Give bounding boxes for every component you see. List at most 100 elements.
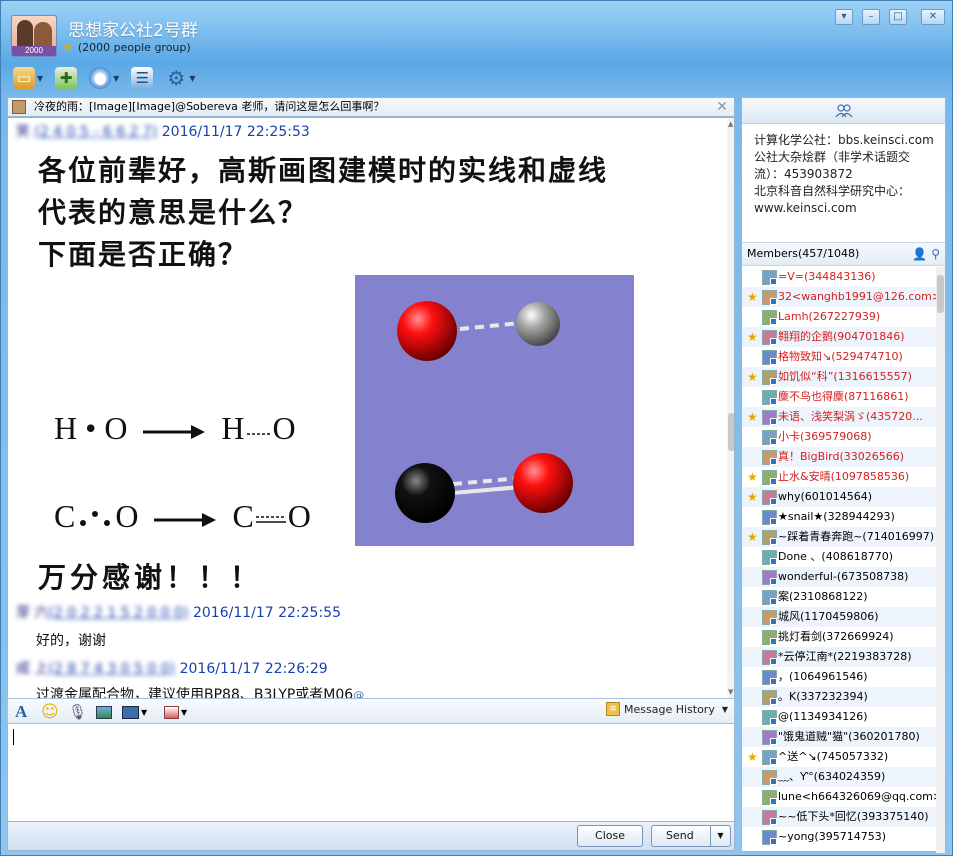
member-item[interactable]: lune<h664326069@qq.com> [742,787,936,807]
group-avatar[interactable]: 2000 [11,15,57,57]
scroll-thumb[interactable] [937,275,944,313]
member-item[interactable]: ★ ~踩着青春奔跑~(714016997) [742,527,936,547]
member-item[interactable]: ★ 翱翔的企鹅(904701846) [742,327,936,347]
group-size: (2000 people group) [77,41,191,54]
emoji-icon[interactable]: ☺ [41,702,59,722]
toolbar-folder[interactable]: ▭ ▼ [13,67,43,89]
close-button[interactable]: Close [577,825,643,847]
status-icon [770,618,777,625]
question-line: 下面是否正确？ [38,238,249,271]
status-icon [770,478,777,485]
carbon-atom [395,463,455,523]
member-item[interactable]: ★ 如饥似“科”(1316615557) [742,367,936,387]
member-item[interactable]: 案(2310868122) [742,587,936,607]
notice-bar[interactable]: 冷夜的雨：[Image][Image]@Sobereva 老师，请问这是怎么回事… [7,97,735,117]
close-icon[interactable]: ✕ [716,98,728,116]
search-icon[interactable]: ⚲ [931,247,940,261]
sender-qq-blurred[interactable]: (2 8 7 4 3 0 5 0 0) [48,661,175,677]
member-item[interactable]: =V=(344843136) [742,267,936,287]
mention-link[interactable]: @ [353,689,364,698]
scroll-up-icon[interactable]: ▲ [728,120,733,128]
member-item[interactable]: Done 、(408618770) [742,547,936,567]
member-item[interactable]: ，(1064961546) [742,667,936,687]
close-window-button[interactable]: ✕ [921,9,945,25]
member-item[interactable]: @(1134934126) [742,707,936,727]
status-icon [770,458,777,465]
chevron-down-icon[interactable]: ▼ [189,74,195,83]
member-item[interactable]: ★ 32<wanghb1991@126.com> [742,287,936,307]
status-icon [770,298,777,305]
member-item[interactable]: ★ 止水&安晴(1097858536) [742,467,936,487]
member-item[interactable]: ★ why(601014564) [742,487,936,507]
double-bond-icon [255,515,286,523]
more-icon[interactable]: ▼ [164,702,187,722]
status-icon [770,798,777,805]
equation-image[interactable]: H • O HO CO CO [41,410,354,546]
member-item[interactable]: "饿鬼道贼"猫"(360201780) [742,727,936,747]
add-member-icon[interactable]: 👤 [912,247,927,261]
toolbar-view[interactable]: ● ▼ [89,67,119,89]
molecule-render [395,301,573,523]
member-item[interactable]: 真！BigBird(33026566) [742,447,936,467]
member-item[interactable]: 小卡(369579068) [742,427,936,447]
scroll-down-icon[interactable]: ▼ [728,688,733,696]
member-scrollbar[interactable] [936,267,945,853]
message-history-button[interactable]: ≡ Message History ▼ [606,702,728,716]
member-item[interactable]: wonderful-(673508738) [742,567,936,587]
member-item[interactable]: ﹏、Ƴ°(634024359) [742,767,936,787]
scroll-thumb[interactable] [728,413,734,451]
dropdown-menu-icon[interactable]: ▾ [835,9,853,25]
chat-scrollbar[interactable]: ▲ ▼ [727,118,734,698]
member-item[interactable]: ~~低下头*回忆(393375140) [742,807,936,827]
member-item[interactable]: ★ 未语、浅笑梨涡ゞ(435720... [742,407,936,427]
avatar-person-right [34,22,52,48]
members-header: Members(457/1048) 👤 ⚲ [742,242,945,266]
maximize-button[interactable]: □ [889,9,907,25]
sender-qq-blurred[interactable]: (2 4 0 5 - 6 6 2 7) [34,124,157,140]
toolbar-settings[interactable]: ⚙ ▼ [165,66,195,90]
image-icon[interactable] [96,702,112,722]
microphone-icon[interactable]: 🎙 [68,702,87,722]
member-name: ﹏、Ƴ°(634024359) [778,770,886,783]
chevron-down-icon[interactable]: ▼ [141,708,147,717]
equation-c2: C [232,498,254,534]
member-item[interactable]: 城风(1170459806) [742,607,936,627]
member-list[interactable]: =V=(344843136) ★ 32<wanghb1991@126.com> Lam… [742,267,936,853]
toolbar-chat[interactable]: ☰ [131,67,154,89]
member-item[interactable]: ~yong(395714753) [742,827,936,847]
send-options-icon[interactable]: ▼ [710,826,730,846]
chat-history[interactable]: 笑 (2 4 0 5 - 6 6 2 7) 2016/11/17 22:25:5… [7,118,735,698]
toolbar-add-doc[interactable]: ✚ [55,67,78,89]
member-item[interactable]: 麇不鸟也得麇(87116861) [742,387,936,407]
member-item[interactable]: 。K(337232394) [742,687,936,707]
message-input-area[interactable] [7,724,735,821]
member-item[interactable]: 挑灯看剑(372669924) [742,627,936,647]
message-meta: 芽 六(2 0 2 2 1 5 2 0 0 0) 2016/11/17 22:2… [16,602,341,622]
member-item[interactable]: ★ ^送^↘(745057332) [742,747,936,767]
member-name: ~踩着青春奔跑~(714016997) [778,530,935,543]
sender-qq-blurred[interactable]: (2 0 2 2 1 5 2 0 0 0) [48,605,188,621]
member-item[interactable]: Lamh(267227939) [742,307,936,327]
status-icon [770,778,777,785]
chevron-down-icon[interactable]: ▼ [181,708,187,717]
member-name: "饿鬼道贼"猫"(360201780) [778,730,920,743]
message-timestamp: 2016/11/17 22:26:29 [179,661,328,677]
minimize-button[interactable]: – [862,9,880,25]
side-panel-header[interactable] [742,98,945,124]
message-input[interactable] [16,727,716,747]
member-item[interactable]: ★snail★(328944293) [742,507,936,527]
message-meta: 笑 (2 4 0 5 - 6 6 2 7) 2016/11/17 22:25:5… [16,121,310,141]
chevron-down-icon[interactable]: ▼ [722,705,728,714]
member-item[interactable]: 格物致知↘(529474710) [742,347,936,367]
chevron-down-icon[interactable]: ▼ [37,74,43,83]
screenshot-icon[interactable]: ▼ [122,702,147,722]
molecule-image[interactable] [355,275,634,546]
status-icon [770,498,777,505]
member-name: 麇不鸟也得麇(87116861) [778,390,909,403]
member-item[interactable]: *云停江南*(2219383728) [742,647,936,667]
send-button[interactable]: Send ▼ [651,825,731,847]
font-icon[interactable]: A [15,702,27,722]
text-caret [13,729,14,745]
equation-co: CO CO [54,498,311,535]
chevron-down-icon[interactable]: ▼ [113,74,119,83]
